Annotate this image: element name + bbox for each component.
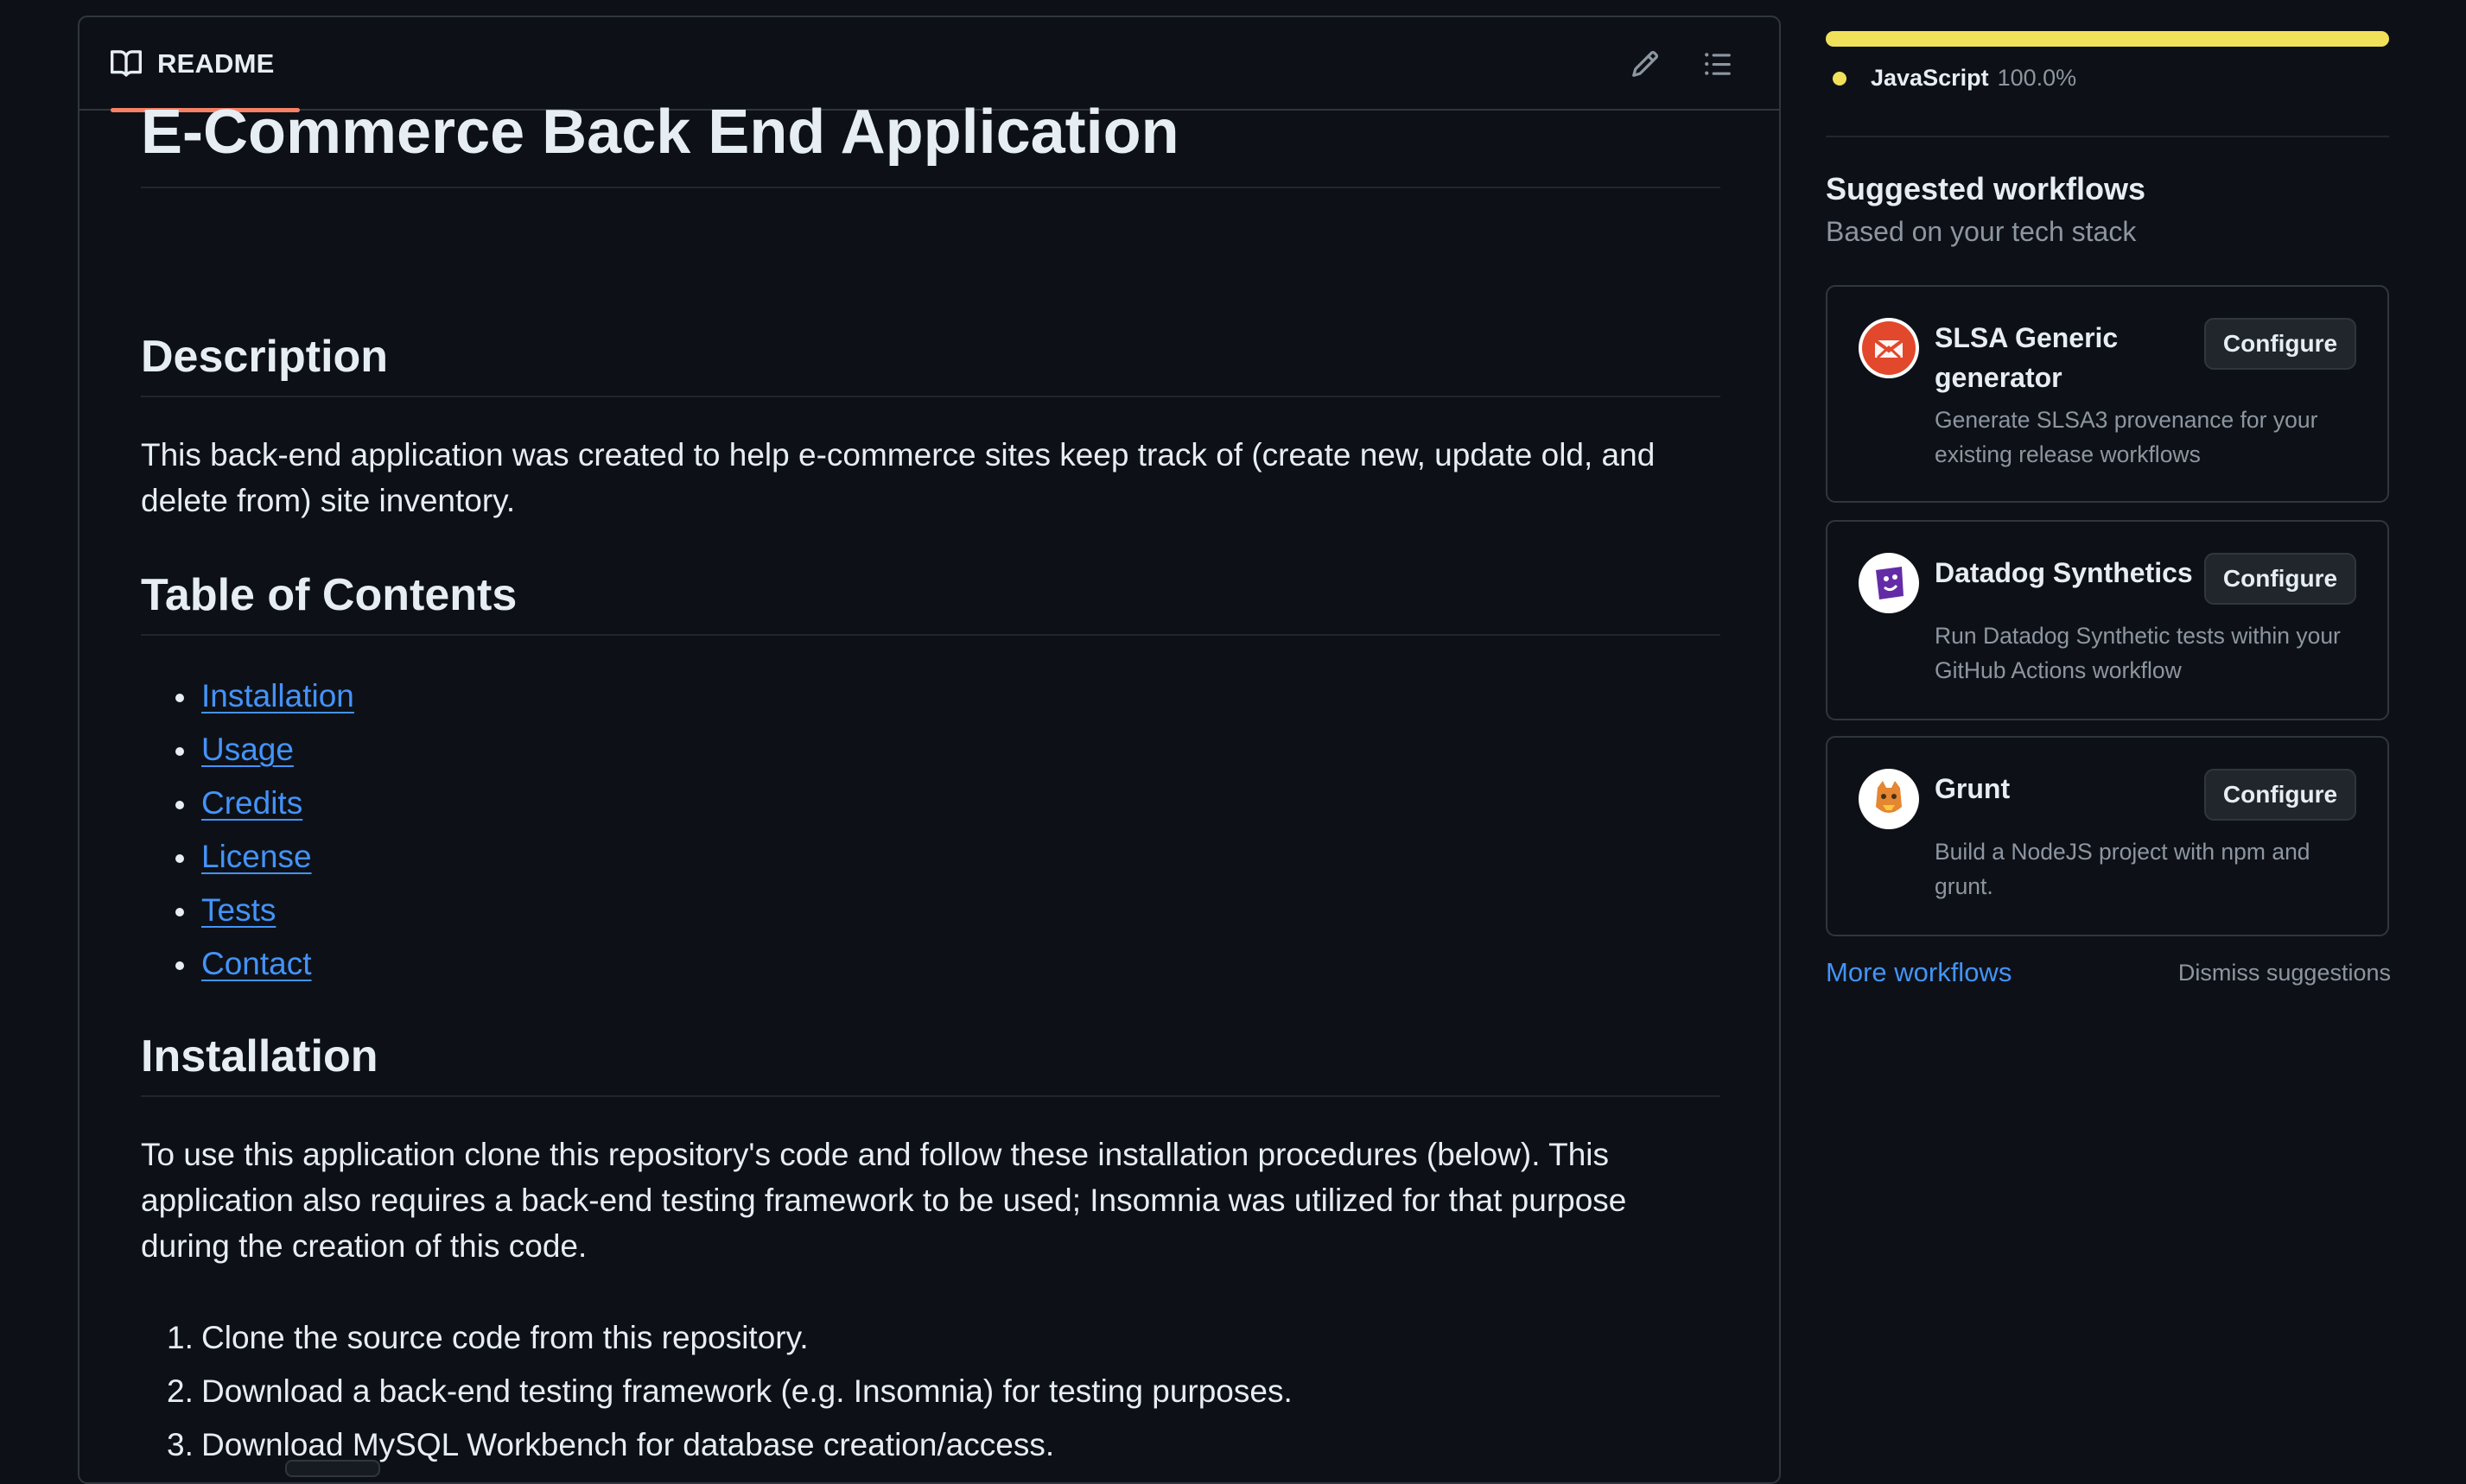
language-percent: 100.0% bbox=[1997, 65, 2077, 91]
toc-link-tests[interactable]: Tests bbox=[201, 892, 276, 928]
list-item: 1. Clone the source code from this reposi… bbox=[141, 1311, 1293, 1365]
step-number: 1. bbox=[167, 1320, 194, 1355]
toc-link-usage[interactable]: Usage bbox=[201, 732, 294, 767]
toc-link-license[interactable]: License bbox=[201, 839, 312, 874]
description-text: This back-end application was created to… bbox=[141, 437, 1656, 518]
datadog-logo-icon bbox=[1859, 553, 1919, 613]
book-icon bbox=[111, 50, 143, 77]
grunt-logo-icon bbox=[1859, 769, 1919, 829]
step-text: Clone the source code from this reposito… bbox=[201, 1320, 809, 1355]
suggested-workflows-title: Suggested workflows bbox=[1826, 171, 2146, 206]
language-name: JavaScript bbox=[1871, 65, 1989, 91]
language-color-dot bbox=[1833, 71, 1846, 86]
workflow-description: Generate SLSA3 provenance for your exist… bbox=[1935, 407, 2318, 467]
step-text: Download a back-end testing framework (e… bbox=[201, 1373, 1293, 1409]
list-item: Installation bbox=[141, 669, 354, 723]
list-item: Tests bbox=[141, 884, 354, 937]
list-item: License bbox=[141, 830, 354, 884]
slsa-logo-icon bbox=[1859, 318, 1919, 378]
dismiss-suggestions-button[interactable]: Dismiss suggestions bbox=[2178, 960, 2391, 986]
configure-button[interactable]: Configure bbox=[2204, 553, 2356, 605]
step-number: 3. bbox=[167, 1427, 194, 1462]
sidebar-divider bbox=[1826, 136, 2389, 137]
step-text: Download MySQL Workbench for database cr… bbox=[201, 1427, 1055, 1462]
readme-title: E-Commerce Back End Application bbox=[141, 17, 1720, 189]
language-item-javascript[interactable]: JavaScript 100.0% bbox=[1833, 65, 2076, 92]
toc-link-contact[interactable]: Contact bbox=[201, 946, 312, 981]
list-item: Contact bbox=[141, 937, 354, 991]
workflow-name: Datadog Synthetics bbox=[1935, 557, 2193, 588]
toc-link-credits[interactable]: Credits bbox=[201, 785, 302, 821]
workflow-description: Run Datadog Synthetic tests within your … bbox=[1935, 623, 2341, 683]
workflow-card-datadog: Datadog Synthetics Run Datadog Synthetic… bbox=[1826, 520, 2389, 720]
step-number: 2. bbox=[167, 1373, 194, 1409]
configure-button[interactable]: Configure bbox=[2204, 769, 2356, 821]
more-workflows-link[interactable]: More workflows bbox=[1826, 957, 2012, 988]
workflow-name: SLSA Generic generator bbox=[1935, 322, 2119, 393]
heading-description: Description bbox=[141, 330, 1720, 398]
workflow-description: Build a NodeJS project with npm and grun… bbox=[1935, 839, 2310, 899]
workflow-card-grunt: Grunt Build a NodeJS project with npm an… bbox=[1826, 736, 2389, 936]
readme-panel: README E-Commerce Back End Application D… bbox=[78, 16, 1781, 1484]
toc-list: Installation Usage Credits License Tests… bbox=[141, 669, 354, 991]
configure-button[interactable]: Configure bbox=[2204, 318, 2356, 370]
installation-text: To use this application clone this repos… bbox=[141, 1137, 1627, 1264]
heading-installation: Installation bbox=[141, 1030, 1720, 1098]
list-item: Usage bbox=[141, 723, 354, 777]
installation-steps: 1. Clone the source code from this reposi… bbox=[141, 1311, 1293, 1472]
workflow-name: Grunt bbox=[1935, 773, 2011, 804]
inline-code-fragment bbox=[285, 1460, 380, 1477]
list-item: 2. Download a back-end testing framework … bbox=[141, 1365, 1293, 1418]
suggested-workflows-subtitle: Based on your tech stack bbox=[1826, 216, 2137, 247]
workflow-card-slsa: SLSA Generic generator Generate SLSA3 pr… bbox=[1826, 285, 2389, 503]
heading-table-of-contents: Table of Contents bbox=[141, 568, 1720, 637]
language-bar bbox=[1826, 31, 2389, 47]
toc-link-installation[interactable]: Installation bbox=[201, 678, 354, 713]
list-item: Credits bbox=[141, 777, 354, 830]
